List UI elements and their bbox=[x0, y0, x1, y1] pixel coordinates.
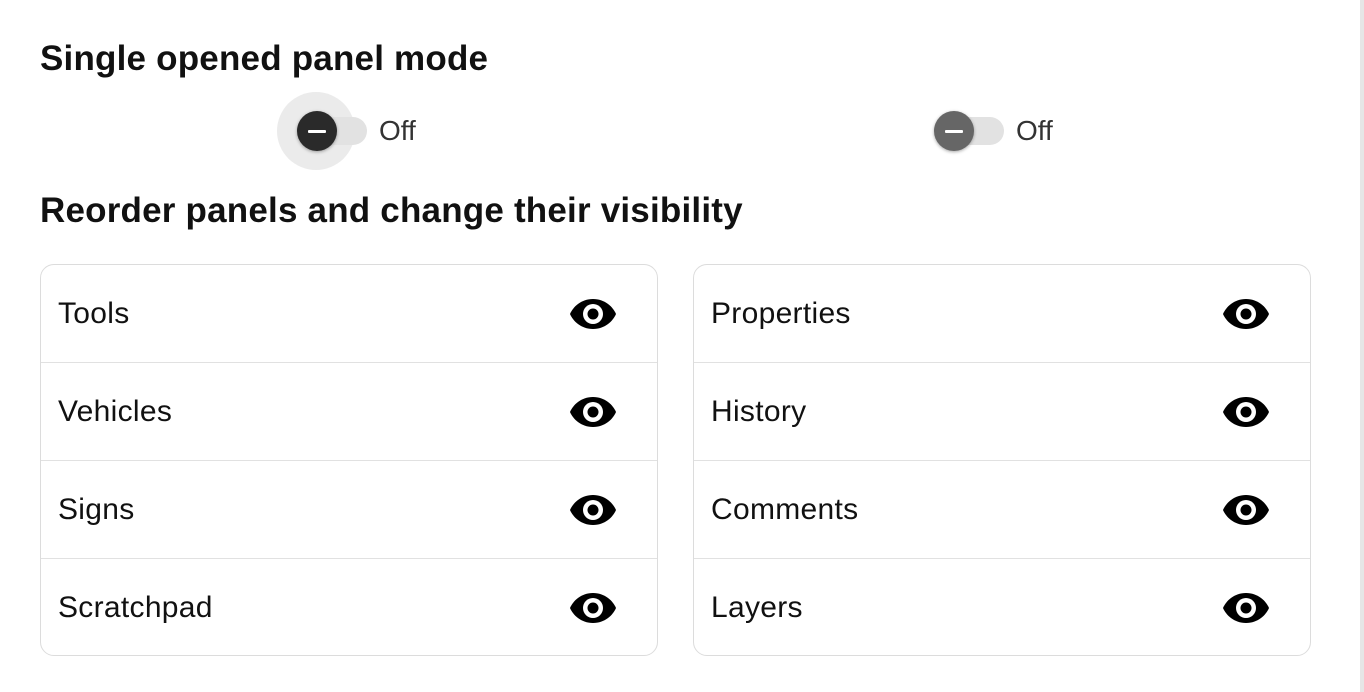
panel-list-right: Properties History Comments Layers bbox=[693, 264, 1311, 656]
minus-icon bbox=[308, 129, 326, 133]
eye-icon[interactable] bbox=[569, 494, 617, 526]
panel-item-comments[interactable]: Comments bbox=[694, 461, 1310, 559]
panel-name: Properties bbox=[711, 296, 851, 330]
panel-item-properties[interactable]: Properties bbox=[694, 265, 1310, 363]
eye-icon[interactable] bbox=[1222, 592, 1270, 624]
panel-item-signs[interactable]: Signs bbox=[41, 461, 657, 559]
panel-name: Vehicles bbox=[58, 394, 173, 428]
panel-name: History bbox=[711, 394, 807, 428]
panel-item-scratchpad[interactable]: Scratchpad bbox=[41, 559, 657, 655]
single-panel-mode-toggle-2[interactable] bbox=[932, 110, 1006, 152]
panel-name: Tools bbox=[58, 296, 130, 330]
eye-icon[interactable] bbox=[569, 396, 617, 428]
single-panel-mode-title: Single opened panel mode bbox=[40, 39, 489, 78]
panel-item-history[interactable]: History bbox=[694, 363, 1310, 461]
reorder-panels-title: Reorder panels and change their visibili… bbox=[40, 191, 743, 230]
panel-item-layers[interactable]: Layers bbox=[694, 559, 1310, 655]
toggle-label: Off bbox=[379, 115, 416, 146]
toggle-thumb[interactable] bbox=[297, 111, 337, 151]
panel-name: Comments bbox=[711, 492, 859, 526]
eye-icon[interactable] bbox=[1222, 396, 1270, 428]
eye-icon[interactable] bbox=[569, 592, 617, 624]
panel-name: Signs bbox=[58, 492, 135, 526]
panel-item-tools[interactable]: Tools bbox=[41, 265, 657, 363]
single-panel-mode-toggle-1[interactable] bbox=[277, 92, 369, 170]
eye-icon[interactable] bbox=[569, 298, 617, 330]
scrollbar-edge bbox=[1360, 0, 1364, 692]
toggle-label: Off bbox=[1016, 115, 1053, 146]
minus-icon bbox=[945, 129, 963, 133]
panel-item-vehicles[interactable]: Vehicles bbox=[41, 363, 657, 461]
single-panel-mode-toggle-group-2: Off bbox=[932, 110, 1053, 152]
eye-icon[interactable] bbox=[1222, 298, 1270, 330]
eye-icon[interactable] bbox=[1222, 494, 1270, 526]
single-panel-mode-toggle-group-1: Off bbox=[277, 92, 416, 170]
panel-name: Scratchpad bbox=[58, 591, 213, 624]
panel-list-left: Tools Vehicles Signs Scratchpad bbox=[40, 264, 658, 656]
panel-name: Layers bbox=[711, 591, 803, 624]
toggle-thumb[interactable] bbox=[934, 111, 974, 151]
